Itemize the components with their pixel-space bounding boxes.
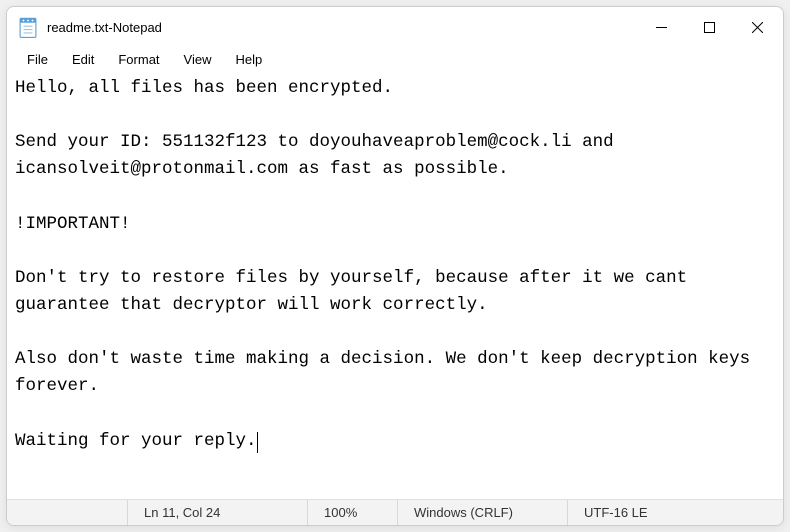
- notepad-window: readme.txt - Notepad Fil: [6, 6, 784, 526]
- maximize-icon: [704, 22, 715, 33]
- minimize-icon: [656, 22, 667, 33]
- window-title-filename: readme.txt: [47, 20, 108, 35]
- status-line-ending: Windows (CRLF): [397, 500, 567, 525]
- notepad-icon: [19, 17, 37, 37]
- editor-content: Hello, all files has been encrypted. Sen…: [15, 78, 761, 451]
- minimize-button[interactable]: [637, 7, 685, 47]
- statusbar: Ln 11, Col 24 100% Windows (CRLF) UTF-16…: [7, 499, 783, 525]
- window-controls: [637, 7, 781, 47]
- status-encoding: UTF-16 LE: [567, 500, 783, 525]
- titlebar[interactable]: readme.txt - Notepad: [7, 7, 783, 47]
- menu-edit[interactable]: Edit: [60, 50, 106, 69]
- menubar: File Edit Format View Help: [7, 47, 783, 71]
- menu-help[interactable]: Help: [223, 50, 274, 69]
- close-icon: [752, 22, 763, 33]
- status-position: Ln 11, Col 24: [127, 500, 307, 525]
- menu-view[interactable]: View: [172, 50, 224, 69]
- text-editor[interactable]: Hello, all files has been encrypted. Sen…: [7, 71, 783, 499]
- close-button[interactable]: [733, 7, 781, 47]
- maximize-button[interactable]: [685, 7, 733, 47]
- menu-format[interactable]: Format: [106, 50, 171, 69]
- status-zoom: 100%: [307, 500, 397, 525]
- status-spacer: [7, 500, 127, 525]
- text-cursor: [257, 432, 258, 453]
- menu-file[interactable]: File: [15, 50, 60, 69]
- window-title-app: Notepad: [113, 20, 162, 35]
